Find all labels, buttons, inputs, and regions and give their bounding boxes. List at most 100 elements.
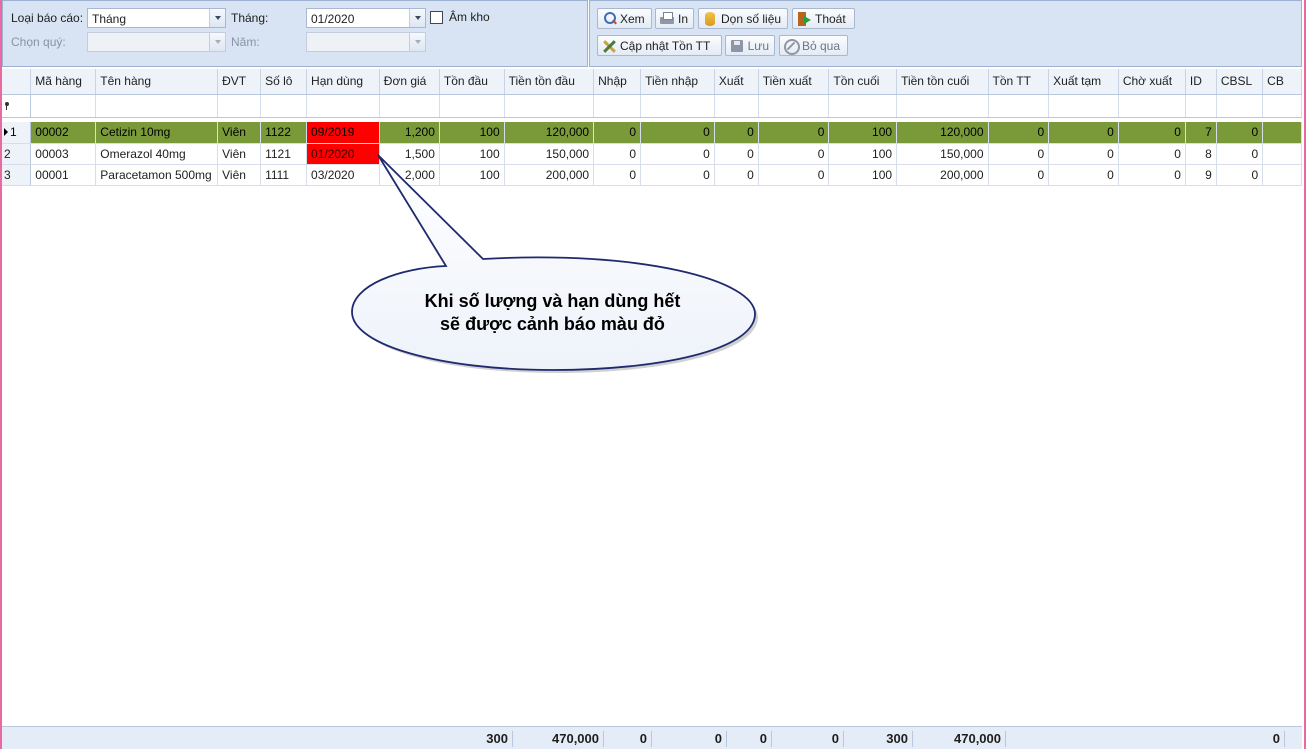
column-header[interactable]: Tên hàng: [95, 69, 219, 95]
table-cell[interactable]: 100: [439, 122, 505, 144]
table-cell[interactable]: 0: [988, 164, 1050, 186]
table-cell[interactable]: 1,200: [379, 122, 440, 144]
table-cell[interactable]: 100: [439, 143, 505, 165]
filter-cell[interactable]: [828, 94, 898, 118]
filter-cell[interactable]: [260, 94, 308, 118]
chevron-down-icon[interactable]: [409, 9, 425, 27]
table-cell[interactable]: 0: [1216, 164, 1264, 186]
inventory-grid[interactable]: Mã hàng Tên hàng ĐVT Số lô Hạn dùng Đơn …: [2, 69, 1302, 725]
update-stock-button[interactable]: Cập nhật Tồn TT: [597, 35, 722, 56]
table-cell[interactable]: Viên: [217, 164, 262, 186]
table-cell[interactable]: 00001: [30, 164, 97, 186]
chevron-down-icon[interactable]: [409, 33, 425, 51]
table-cell[interactable]: Cetizin 10mg: [95, 122, 219, 144]
save-button[interactable]: Lưu: [725, 35, 775, 56]
skip-button[interactable]: Bỏ qua: [779, 35, 848, 56]
filter-cell[interactable]: [1118, 94, 1186, 118]
table-cell[interactable]: 150,000: [504, 143, 595, 165]
table-cell[interactable]: Viên: [217, 122, 262, 144]
table-cell[interactable]: 120,000: [504, 122, 595, 144]
table-cell[interactable]: 0: [988, 122, 1050, 144]
table-cell[interactable]: 0: [1048, 143, 1119, 165]
table-cell[interactable]: 0: [593, 143, 642, 165]
filter-cell[interactable]: [714, 94, 759, 118]
table-cell[interactable]: 0: [1048, 122, 1119, 144]
column-header[interactable]: Số lô: [260, 69, 308, 95]
table-cell[interactable]: 200,000: [896, 164, 989, 186]
column-header[interactable]: Tiền tồn cuối: [896, 69, 989, 95]
filter-cell[interactable]: [504, 94, 595, 118]
column-header[interactable]: Đơn giá: [379, 69, 440, 95]
filter-cell[interactable]: [306, 94, 380, 118]
print-button[interactable]: In: [655, 8, 694, 29]
table-cell[interactable]: 0: [593, 164, 642, 186]
year-select[interactable]: [306, 32, 426, 52]
table-cell[interactable]: 0: [714, 143, 759, 165]
table-cell[interactable]: 200,000: [504, 164, 595, 186]
filter-cell[interactable]: [1048, 94, 1119, 118]
table-cell[interactable]: 8: [1185, 143, 1217, 165]
row-indicator[interactable]: 2: [2, 143, 32, 165]
table-cell[interactable]: 2,000: [379, 164, 440, 186]
filter-cell[interactable]: [217, 94, 262, 118]
column-header[interactable]: Tồn TT: [988, 69, 1050, 95]
filter-cell[interactable]: [1216, 94, 1264, 118]
table-cell[interactable]: Viên: [217, 143, 262, 165]
expiry-warning-cell[interactable]: 09/2019: [306, 122, 380, 144]
table-cell[interactable]: 0: [714, 122, 759, 144]
column-header[interactable]: Hạn dùng: [306, 69, 380, 95]
row-indicator[interactable]: 3: [2, 164, 32, 186]
quarter-select[interactable]: [87, 32, 226, 52]
table-cell[interactable]: 0: [988, 143, 1050, 165]
table-cell[interactable]: 1122: [260, 122, 308, 144]
cleanup-button[interactable]: Dọn số liệu: [698, 8, 788, 29]
table-cell[interactable]: 0: [758, 122, 830, 144]
filter-cell[interactable]: [593, 94, 642, 118]
table-cell[interactable]: 0: [640, 143, 715, 165]
filter-cell[interactable]: [896, 94, 989, 118]
table-cell[interactable]: 0: [1118, 143, 1186, 165]
table-cell[interactable]: [1262, 164, 1302, 186]
table-row[interactable]: 2 00003 Omerazol 40mg Viên 1121 01/2020 1,500 1…: [2, 143, 1302, 165]
filter-cell[interactable]: [1262, 94, 1302, 118]
table-cell[interactable]: 100: [439, 164, 505, 186]
table-cell[interactable]: 00002: [30, 122, 97, 144]
column-header[interactable]: ĐVT: [217, 69, 262, 95]
table-cell[interactable]: 0: [640, 122, 715, 144]
filter-cell[interactable]: [988, 94, 1050, 118]
table-cell[interactable]: Omerazol 40mg: [95, 143, 219, 165]
table-cell[interactable]: 0: [758, 164, 830, 186]
exit-button[interactable]: Thoát: [792, 8, 855, 29]
table-cell[interactable]: 0: [1216, 143, 1264, 165]
month-select[interactable]: 01/2020: [306, 8, 426, 28]
table-cell[interactable]: 150,000: [896, 143, 989, 165]
expiry-warning-cell[interactable]: 01/2020: [306, 143, 380, 165]
table-cell[interactable]: 0: [1118, 122, 1186, 144]
chevron-down-icon[interactable]: [209, 9, 225, 27]
table-cell[interactable]: 03/2020: [306, 164, 380, 186]
table-cell[interactable]: 0: [758, 143, 830, 165]
table-cell[interactable]: Paracetamon 500mg: [95, 164, 219, 186]
column-header[interactable]: Chờ xuất: [1118, 69, 1186, 95]
column-header[interactable]: CB: [1262, 69, 1302, 95]
filter-cell[interactable]: [640, 94, 715, 118]
table-cell[interactable]: 9: [1185, 164, 1217, 186]
column-header[interactable]: CBSL: [1216, 69, 1264, 95]
column-header[interactable]: Tồn đầu: [439, 69, 505, 95]
table-cell[interactable]: 0: [1118, 164, 1186, 186]
table-cell[interactable]: 0: [593, 122, 642, 144]
table-cell[interactable]: 100: [828, 143, 898, 165]
column-header[interactable]: Nhập: [593, 69, 642, 95]
table-row[interactable]: 1 00002 Cetizin 10mg Viên 1122 09/2019 1,200 10…: [2, 122, 1302, 144]
filter-cell[interactable]: [30, 94, 97, 118]
table-cell[interactable]: 0: [1048, 164, 1119, 186]
filter-cell[interactable]: [95, 94, 219, 118]
auto-filter-row[interactable]: [2, 94, 1302, 118]
table-cell[interactable]: 0: [640, 164, 715, 186]
report-type-select[interactable]: Tháng: [87, 8, 226, 28]
negative-stock-checkbox[interactable]: [430, 11, 443, 24]
row-indicator[interactable]: 1: [2, 122, 32, 144]
column-header[interactable]: Tiền tồn đầu: [504, 69, 595, 95]
column-header[interactable]: Tiền nhập: [640, 69, 715, 95]
column-header[interactable]: Tiền xuất: [758, 69, 830, 95]
